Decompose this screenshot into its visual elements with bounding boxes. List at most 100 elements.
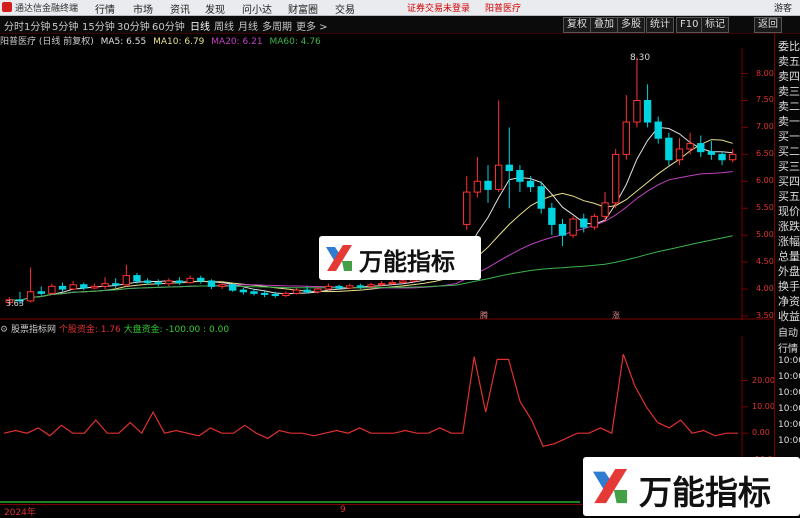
candle[interactable] bbox=[537, 181, 545, 214]
candle[interactable] bbox=[324, 283, 333, 291]
period-daily[interactable]: 日线 bbox=[190, 18, 210, 33]
price-tick-label: 7.00 bbox=[756, 122, 774, 132]
menu-item-trade[interactable]: 交易 bbox=[335, 1, 355, 16]
auto-label[interactable]: 自动 bbox=[778, 324, 798, 339]
candle[interactable] bbox=[665, 132, 673, 166]
adjust-button[interactable]: 复权 bbox=[563, 17, 591, 33]
event-marker[interactable]: 涨 bbox=[612, 310, 620, 320]
candle[interactable] bbox=[186, 275, 194, 284]
period-monthly[interactable]: 月线 bbox=[238, 18, 258, 33]
candle[interactable] bbox=[48, 283, 56, 295]
candle[interactable] bbox=[569, 216, 577, 238]
period-tick[interactable]: 分时 bbox=[4, 18, 24, 33]
period-1min[interactable]: 1分钟 bbox=[24, 18, 50, 33]
candle[interactable] bbox=[165, 278, 173, 287]
ma60-value: MA60: 4.76 bbox=[269, 37, 321, 47]
period-30min[interactable]: 30分钟 bbox=[117, 18, 150, 33]
candle[interactable] bbox=[494, 100, 503, 193]
side-panel-label: 卖五 bbox=[778, 55, 800, 68]
candle[interactable] bbox=[643, 84, 652, 128]
overlay-button[interactable]: 叠加 bbox=[590, 17, 618, 33]
menu-bar: 通达信金融终端 行情 市场 资讯 发现 问小达 财富圈 交易 证券交易未登录 阳… bbox=[0, 0, 800, 16]
period-5min[interactable]: 5分钟 bbox=[52, 18, 78, 33]
candle[interactable] bbox=[229, 283, 237, 292]
multi-stock-button[interactable]: 多股 bbox=[617, 17, 645, 33]
indicator-title: 股票指标网 bbox=[10, 325, 56, 335]
candle[interactable] bbox=[484, 165, 492, 203]
candle[interactable] bbox=[175, 277, 184, 285]
menu-item-ask[interactable]: 问小达 bbox=[242, 1, 272, 16]
watermark-text: 万能指标 bbox=[359, 248, 455, 276]
menu-item-market-quotes[interactable]: 行情 bbox=[95, 1, 115, 16]
candle[interactable] bbox=[558, 219, 567, 246]
mark-button[interactable]: 标记 bbox=[701, 17, 729, 33]
candle[interactable] bbox=[260, 291, 269, 298]
candle[interactable] bbox=[707, 140, 716, 160]
menu-item-discover[interactable]: 发现 bbox=[205, 1, 225, 16]
candle[interactable] bbox=[292, 287, 301, 295]
price-tick-label: 5.50 bbox=[756, 203, 774, 213]
period-60min[interactable]: 60分钟 bbox=[152, 18, 185, 33]
menu-item-market[interactable]: 市场 bbox=[133, 1, 153, 16]
watermark-badge: 万能指标 bbox=[319, 236, 481, 280]
stock-info-label: 阳普医疗 (日线 前复权) bbox=[0, 37, 94, 47]
candle[interactable] bbox=[516, 165, 524, 193]
period-15min[interactable]: 15分钟 bbox=[82, 18, 115, 33]
candle[interactable] bbox=[346, 283, 354, 290]
candle[interactable] bbox=[590, 213, 599, 230]
candle[interactable] bbox=[122, 264, 131, 287]
candle[interactable] bbox=[239, 287, 248, 295]
back-button[interactable]: 返回 bbox=[754, 17, 782, 33]
candle[interactable] bbox=[505, 127, 513, 209]
candle[interactable] bbox=[611, 148, 620, 209]
candle[interactable] bbox=[622, 95, 630, 160]
retail-fund-line bbox=[3, 353, 738, 447]
app-title: 通达信金融终端 bbox=[15, 4, 79, 14]
time-readout: 10:00 bbox=[778, 372, 800, 382]
candle[interactable] bbox=[463, 175, 471, 230]
side-panel-label: 外盘 bbox=[778, 265, 800, 278]
statistics-button[interactable]: 统计 bbox=[646, 17, 674, 33]
period-more[interactable]: 更多 > bbox=[296, 18, 328, 33]
candle[interactable] bbox=[697, 135, 705, 158]
candle[interactable] bbox=[654, 116, 662, 144]
ma20-value: MA20: 6.21 bbox=[211, 37, 263, 47]
candle[interactable] bbox=[282, 291, 290, 298]
sub-tick-label: 20.00 bbox=[752, 375, 775, 385]
candle[interactable] bbox=[207, 279, 216, 290]
candle[interactable] bbox=[26, 267, 35, 303]
candle[interactable] bbox=[197, 275, 205, 284]
login-warning[interactable]: 证券交易未登录 bbox=[407, 1, 470, 14]
market-label[interactable]: 行情 bbox=[778, 340, 798, 355]
candle[interactable] bbox=[473, 157, 482, 198]
event-marker[interactable]: 腾 bbox=[480, 310, 488, 320]
candle[interactable] bbox=[101, 277, 109, 290]
side-panel-label: 净资 bbox=[778, 295, 800, 308]
candle[interactable] bbox=[112, 278, 120, 288]
guest-label[interactable]: 游客 bbox=[774, 1, 792, 14]
menu-item-wealth[interactable]: 财富圈 bbox=[288, 1, 318, 16]
candle[interactable] bbox=[356, 283, 365, 290]
candle[interactable] bbox=[80, 282, 88, 291]
candle[interactable] bbox=[388, 279, 396, 285]
gear-icon[interactable]: ⚙ bbox=[0, 325, 8, 335]
candle[interactable] bbox=[728, 148, 737, 163]
candle[interactable] bbox=[69, 280, 77, 291]
period-weekly[interactable]: 周线 bbox=[214, 18, 234, 33]
candle[interactable] bbox=[633, 57, 641, 128]
side-panel-label: 换手 bbox=[778, 280, 800, 293]
candle[interactable] bbox=[58, 282, 67, 292]
candle[interactable] bbox=[548, 202, 556, 236]
app-logo-icon bbox=[2, 2, 12, 12]
period-multi[interactable]: 多周期 bbox=[262, 18, 292, 33]
candle[interactable] bbox=[154, 279, 162, 287]
f10-button[interactable]: F10 bbox=[676, 17, 703, 33]
candle[interactable] bbox=[686, 132, 694, 155]
side-panel-label: 收益 bbox=[778, 310, 800, 323]
time-readout: 10:00 bbox=[778, 388, 800, 398]
candle[interactable] bbox=[37, 286, 45, 296]
menu-item-news[interactable]: 资讯 bbox=[170, 1, 190, 16]
candle[interactable] bbox=[90, 283, 99, 290]
candle[interactable] bbox=[218, 282, 226, 290]
candle[interactable] bbox=[718, 151, 726, 166]
